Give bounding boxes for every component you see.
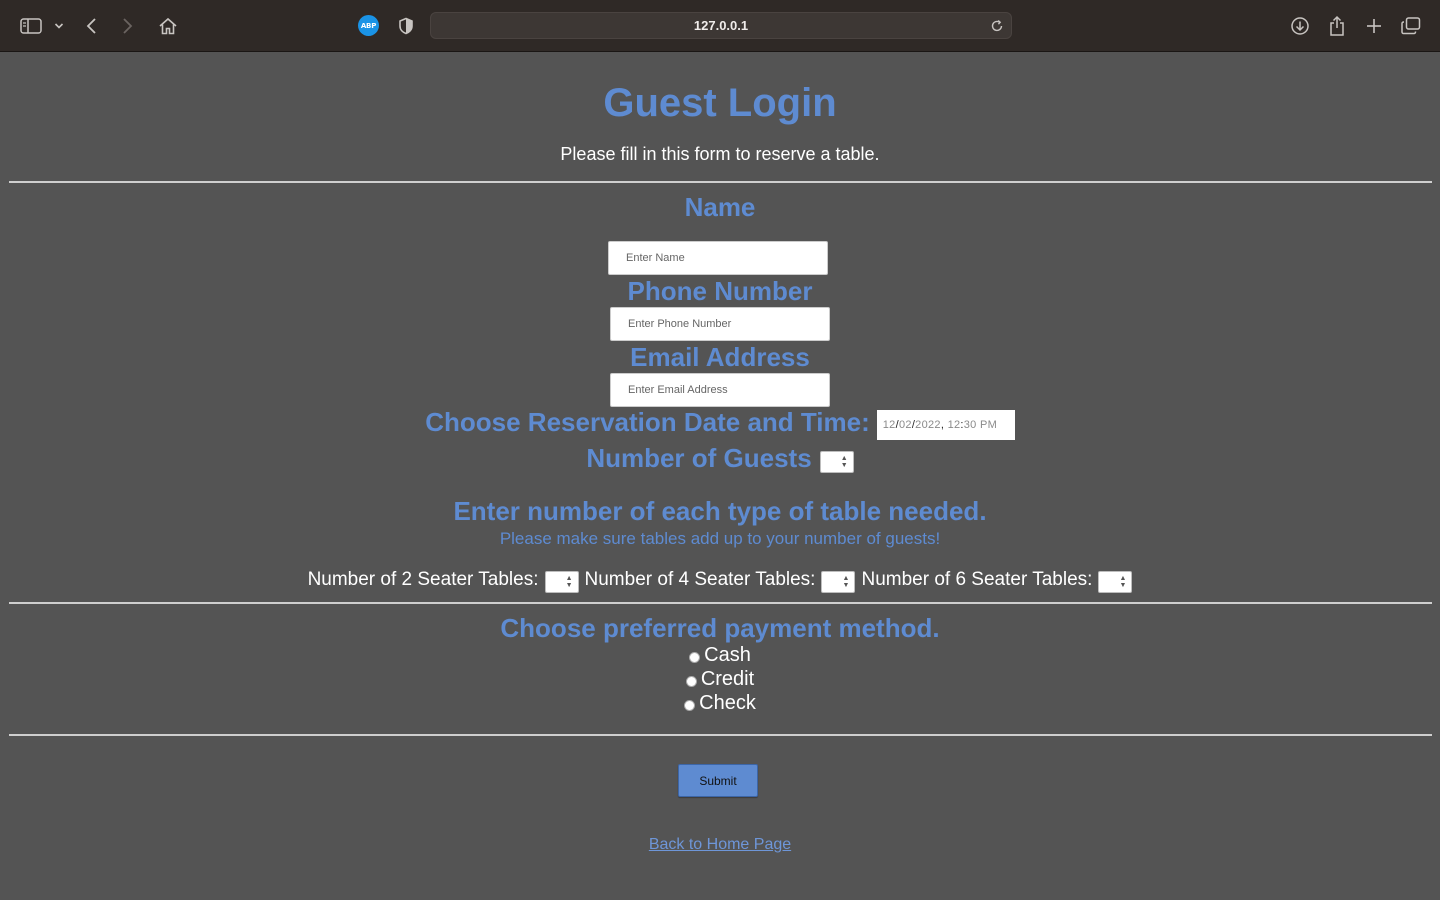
tabs-overview-icon[interactable] bbox=[1397, 12, 1425, 40]
stepper-arrows-icon[interactable]: ▲ ▼ bbox=[841, 455, 848, 469]
browser-toolbar: ABP 127.0.0.1 bbox=[0, 0, 1440, 52]
stepper-arrows-icon[interactable]: ▲ ▼ bbox=[1119, 575, 1126, 589]
stepper-arrows-icon[interactable]: ▲ ▼ bbox=[843, 575, 850, 589]
two-seater-stepper[interactable]: ▲ ▼ bbox=[544, 571, 579, 593]
email-input[interactable] bbox=[610, 373, 830, 407]
download-icon[interactable] bbox=[1286, 12, 1314, 40]
tables-heading: Enter number of each type of table neede… bbox=[453, 496, 987, 526]
payment-option-cash[interactable]: Cash bbox=[0, 644, 1440, 667]
home-icon[interactable] bbox=[154, 12, 182, 40]
datetime-day[interactable]: 02 bbox=[899, 419, 912, 431]
payment-option-label: Check bbox=[699, 692, 756, 714]
radio-button[interactable] bbox=[684, 700, 696, 711]
reload-icon[interactable] bbox=[989, 18, 1005, 34]
tables-row: Number of 2 Seater Tables: ▲ ▼ Number of … bbox=[0, 567, 1440, 593]
plus-icon[interactable] bbox=[1360, 12, 1388, 40]
datetime-row: Choose Reservation Date and Time: 12/02/… bbox=[0, 404, 1440, 440]
address-bar[interactable]: 127.0.0.1 bbox=[430, 12, 1012, 39]
datetime-label: Choose Reservation Date and Time: bbox=[425, 406, 870, 437]
radio-button[interactable] bbox=[685, 676, 697, 687]
guests-stepper[interactable]: ▲ ▼ bbox=[819, 450, 854, 473]
guests-row: Number of Guests ▲ ▼ bbox=[0, 443, 1440, 474]
page-content: Guest Login Please fill in this form to … bbox=[0, 53, 1440, 900]
shield-icon[interactable] bbox=[392, 12, 420, 40]
submit-button[interactable]: Submit bbox=[678, 764, 758, 797]
divider bbox=[9, 734, 1432, 736]
payment-option-label: Cash bbox=[704, 644, 751, 666]
four-seater-stepper[interactable]: ▲ ▼ bbox=[821, 571, 856, 593]
datetime-ampm[interactable]: PM bbox=[980, 419, 997, 431]
chevron-left-icon[interactable] bbox=[78, 12, 106, 40]
phone-input[interactable] bbox=[610, 307, 830, 341]
divider bbox=[9, 181, 1432, 183]
phone-label: Phone Number bbox=[627, 276, 813, 306]
four-seater-label: Number of 4 Seater Tables: bbox=[584, 569, 816, 590]
datetime-minute[interactable]: 30 bbox=[964, 419, 977, 431]
adblock-icon[interactable]: ABP bbox=[358, 15, 379, 36]
email-label: Email Address bbox=[630, 342, 810, 372]
sidebar-icon[interactable] bbox=[17, 12, 45, 40]
url-text: 127.0.0.1 bbox=[693, 18, 749, 33]
datetime-input[interactable]: 12/02/2022, 12:30 PM bbox=[876, 410, 1015, 440]
payment-option-check[interactable]: Check bbox=[0, 692, 1440, 715]
six-seater-label: Number of 6 Seater Tables: bbox=[861, 569, 1093, 590]
share-icon[interactable] bbox=[1323, 12, 1351, 40]
page-title: Guest Login bbox=[603, 81, 837, 125]
datetime-month[interactable]: 12 bbox=[883, 419, 896, 431]
two-seater-label: Number of 2 Seater Tables: bbox=[307, 569, 539, 590]
datetime-hour[interactable]: 12 bbox=[948, 419, 961, 431]
radio-button[interactable] bbox=[689, 652, 701, 663]
payment-option-credit[interactable]: Credit bbox=[0, 668, 1440, 691]
page-subtitle: Please fill in this form to reserve a ta… bbox=[560, 144, 880, 164]
name-label: Name bbox=[684, 192, 756, 222]
divider bbox=[9, 602, 1432, 604]
name-input[interactable] bbox=[608, 241, 828, 275]
payment-option-label: Credit bbox=[700, 668, 755, 690]
chevron-right-icon[interactable] bbox=[113, 12, 141, 40]
back-to-home-link[interactable]: Back to Home Page bbox=[0, 836, 1440, 854]
payment-heading: Choose preferred payment method. bbox=[500, 613, 940, 643]
datetime-year[interactable]: 2022 bbox=[915, 419, 941, 431]
guests-label: Number of Guests bbox=[586, 443, 812, 473]
tables-note: Please make sure tables add up to your n… bbox=[499, 529, 941, 548]
stepper-arrows-icon[interactable]: ▲ ▼ bbox=[566, 575, 573, 589]
chevron-down-icon[interactable] bbox=[46, 12, 72, 40]
six-seater-stepper[interactable]: ▲ ▼ bbox=[1098, 571, 1133, 593]
